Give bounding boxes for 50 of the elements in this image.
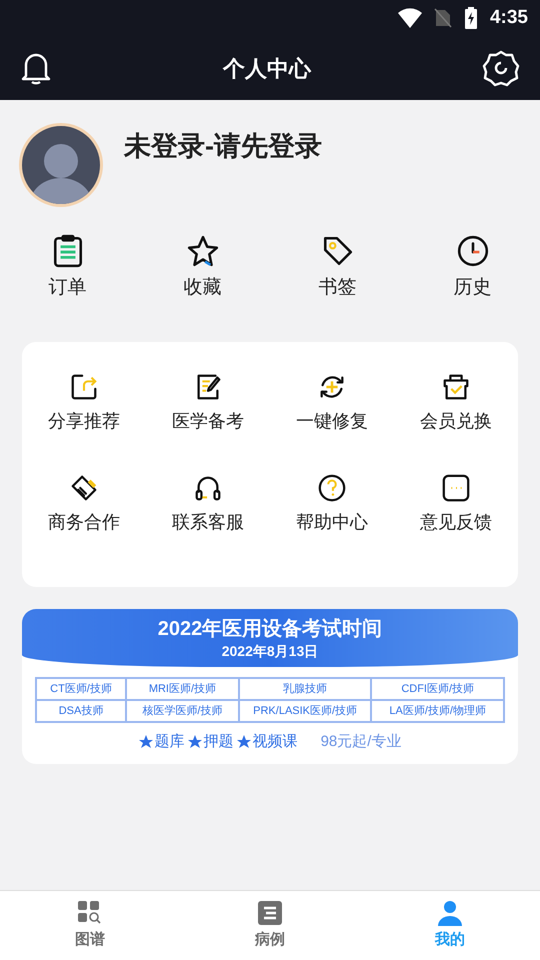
status-time: 4:35 bbox=[490, 6, 528, 30]
service-item[interactable]: 医学备考 bbox=[146, 364, 270, 464]
chat-dots-icon bbox=[441, 472, 471, 502]
table-cell: LA医师/技师/物理师 bbox=[371, 700, 504, 722]
table-cell: CDFI医师/技师 bbox=[371, 678, 504, 700]
table-cell: CT医师/技师 bbox=[36, 678, 126, 700]
tab[interactable]: 病例 bbox=[180, 891, 360, 960]
price-label: 98元起/专业 bbox=[320, 732, 402, 752]
share-icon bbox=[69, 372, 99, 402]
gift-icon bbox=[441, 372, 471, 402]
feature-label: 视频课 bbox=[252, 732, 298, 752]
star-icon bbox=[186, 234, 220, 268]
table-cell: 乳腺技师 bbox=[238, 678, 372, 700]
table-cell: PRK/LASIK医师/技师 bbox=[238, 700, 372, 722]
feature-label: 押题 bbox=[204, 732, 234, 752]
service-item[interactable]: 商务合作 bbox=[22, 464, 146, 565]
star-icon bbox=[236, 735, 251, 750]
header-title: 个人中心 bbox=[223, 54, 311, 82]
clock-icon bbox=[456, 234, 490, 268]
table-cell: MRI医师/技师 bbox=[126, 678, 239, 700]
service-item[interactable]: 联系客服 bbox=[146, 464, 270, 565]
bell-icon[interactable] bbox=[20, 51, 52, 85]
banner-date: 2022年8月13日 bbox=[222, 642, 318, 660]
quick-link[interactable]: 收藏 bbox=[135, 234, 270, 327]
quick-link[interactable]: 订单 bbox=[0, 234, 135, 327]
login-prompt[interactable]: 未登录-请先登录 bbox=[124, 126, 322, 166]
service-item[interactable]: 意见反馈 bbox=[394, 464, 518, 565]
exam-banner[interactable]: 2022年医用设备考试时间 2022年8月13日 CT医师/技师 MRI医师/技师 乳腺技师 CDFI医师/技师 DSA技师 核医学医师/技师 PRK/LASIK医师/技师 LA医师/技师/物理师 题库 押题 视频课 98元起/专业 bbox=[22, 609, 518, 764]
help-icon bbox=[317, 472, 347, 502]
battery-icon bbox=[464, 7, 478, 29]
service-item[interactable]: 帮助中心 bbox=[270, 464, 394, 565]
service-item[interactable]: 分享推荐 bbox=[22, 364, 146, 464]
tab[interactable]: 图谱 bbox=[0, 891, 180, 960]
star-icon bbox=[188, 735, 202, 750]
person-icon bbox=[436, 899, 464, 928]
banner-title: 2022年医用设备考试时间 bbox=[158, 617, 382, 642]
card-icon bbox=[69, 472, 99, 502]
service-item[interactable]: 一键修复 bbox=[270, 364, 394, 464]
no-sim-icon bbox=[434, 8, 452, 28]
table-cell: DSA技师 bbox=[36, 700, 126, 722]
wifi-icon bbox=[398, 8, 422, 28]
quick-link[interactable]: 历史 bbox=[405, 234, 540, 327]
list-icon bbox=[256, 899, 284, 928]
feature-label: 题库 bbox=[154, 732, 185, 752]
service-item[interactable]: 会员兑换 bbox=[394, 364, 518, 464]
table-cell: 核医学医师/技师 bbox=[126, 700, 239, 722]
avatar[interactable] bbox=[18, 122, 104, 208]
quick-link[interactable]: 书签 bbox=[270, 234, 405, 327]
star-icon bbox=[138, 735, 153, 750]
settings-icon[interactable] bbox=[482, 49, 520, 87]
